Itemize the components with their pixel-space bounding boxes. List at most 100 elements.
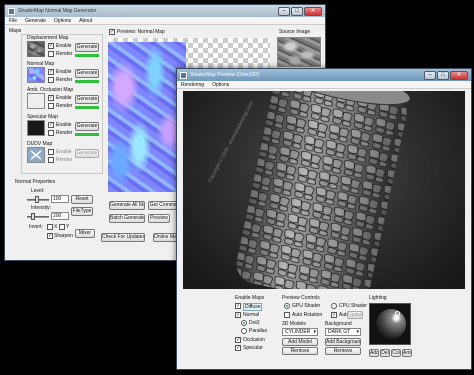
lighting-sphere[interactable]	[369, 303, 411, 345]
dudv-enable-label: Enable	[56, 149, 72, 155]
filetype-button[interactable]: FileType	[71, 207, 93, 216]
parallax-label: Parallax	[249, 328, 268, 334]
preview-minimize-icon[interactable]: –	[424, 70, 436, 80]
menu-generate[interactable]: Generate	[25, 18, 46, 24]
add-model-button[interactable]: Add Model	[282, 338, 318, 346]
preview-maximize-icon[interactable]: □	[437, 70, 449, 80]
preview-controls-heading: Preview Controls	[282, 295, 320, 301]
auto-update-checkbox[interactable]: ✓	[331, 312, 337, 318]
add-light-button[interactable]: Add	[369, 349, 379, 357]
model-select[interactable]: CYLINDER	[282, 328, 318, 336]
menu-file[interactable]: File	[9, 18, 17, 24]
normal-enable-checkbox[interactable]: ✓	[48, 69, 54, 75]
preview-label: Preview: Normal Map	[117, 29, 165, 35]
dudv-thumbnail[interactable]	[27, 147, 45, 163]
normal-map-preview-image	[108, 42, 186, 192]
main-menubar: File Generate Options About	[5, 17, 325, 25]
ao-enable-label: Enable	[56, 95, 72, 101]
remove-model-button[interactable]: Remove	[282, 347, 318, 355]
invert-x-checkbox[interactable]	[47, 224, 53, 230]
displacement-render-checkbox[interactable]	[48, 51, 54, 57]
preview-button[interactable]: Preview	[148, 214, 170, 223]
light-color-button[interactable]: Col	[391, 349, 401, 357]
intensity-spinbox[interactable]: 200	[51, 212, 69, 220]
dot3-label: Dot3	[249, 320, 260, 326]
preview-app-icon	[180, 71, 187, 79]
normal-thumbnail[interactable]	[27, 67, 45, 83]
light-sphere-preview	[376, 309, 406, 339]
auto-rotation-checkbox[interactable]	[284, 312, 290, 318]
preview-titlebar[interactable]: ShaderMap Preview (Direct3D) – □ ✕	[177, 69, 471, 81]
displacement-render-label: Render	[56, 51, 73, 57]
gpu-shader-radio[interactable]	[284, 303, 290, 309]
sharpen-label: Sharpen	[54, 233, 73, 239]
normal-checkbox[interactable]: ✓	[235, 312, 241, 318]
dudv-generate-button[interactable]: Generate	[75, 149, 99, 158]
source-image-thumbnail[interactable]	[277, 37, 321, 67]
specular-checkbox[interactable]: ✓	[235, 345, 241, 351]
main-titlebar[interactable]: ShaderMap Normal Map Generator – □ ✕	[5, 5, 325, 17]
occlusion-label: Occlusion	[243, 337, 265, 343]
menu-about[interactable]: About	[79, 18, 92, 24]
light-position-handle[interactable]	[395, 311, 400, 316]
dot3-radio[interactable]	[241, 320, 247, 326]
background-select[interactable]: DARK GT	[325, 328, 361, 336]
preview-toggle-checkbox[interactable]: ✓	[109, 29, 115, 35]
maximize-icon[interactable]: □	[291, 6, 303, 16]
normal-generate-button[interactable]: Generate	[75, 69, 99, 78]
3d-viewport[interactable]: Copyright © 2009 - www.shadermap.com	[183, 91, 465, 289]
invert-y-checkbox[interactable]	[59, 224, 65, 230]
update-button[interactable]: Update	[347, 311, 363, 319]
cpu-shader-radio[interactable]	[331, 303, 337, 309]
displacement-thumbnail[interactable]	[27, 41, 45, 57]
level-spinbox[interactable]: 100	[51, 195, 69, 203]
ao-render-checkbox[interactable]	[48, 103, 54, 109]
generate-all-maps-button[interactable]: Generate All Maps	[109, 201, 145, 210]
ambient-occlusion-thumbnail[interactable]	[27, 93, 45, 109]
intensity-slider-thumb[interactable]	[31, 213, 35, 220]
menu-preview-options[interactable]: Options	[212, 82, 229, 88]
cpu-shader-label: CPU Shader	[339, 303, 368, 309]
preview-close-icon[interactable]: ✕	[450, 70, 468, 80]
ao-generate-button[interactable]: Generate	[75, 95, 99, 104]
menu-options[interactable]: Options	[54, 18, 71, 24]
diffuse-checkbox[interactable]: ✓	[235, 303, 241, 309]
add-background-button[interactable]: Add Background	[325, 338, 361, 346]
invert-label: Invert:	[29, 224, 43, 230]
main-window-title: ShaderMap Normal Map Generator	[18, 8, 97, 14]
close-icon[interactable]: ✕	[304, 6, 322, 16]
intensity-label: Intensity:	[31, 205, 52, 211]
specular-render-checkbox[interactable]	[48, 130, 54, 136]
level-label: Level:	[31, 188, 45, 194]
app-icon	[8, 7, 15, 15]
remove-background-button[interactable]: Remove	[325, 347, 361, 355]
dudv-cross-icon	[30, 150, 42, 160]
delete-light-button[interactable]: Del	[380, 349, 390, 357]
specular-thumbnail[interactable]	[27, 120, 45, 136]
occlusion-checkbox[interactable]: ✓	[235, 337, 241, 343]
specular-enable-checkbox[interactable]: ✓	[48, 122, 54, 128]
normal-render-label: Render	[56, 77, 73, 83]
level-slider-thumb[interactable]	[35, 196, 39, 203]
normal-render-checkbox[interactable]	[48, 77, 54, 83]
dudv-render-checkbox[interactable]	[48, 157, 54, 163]
gpu-shader-label: GPU Shader	[292, 303, 321, 309]
ao-enable-checkbox[interactable]: ✓	[48, 95, 54, 101]
mixer-button[interactable]: Mixer	[75, 229, 95, 238]
displacement-generate-button[interactable]: Generate	[75, 43, 99, 52]
auto-rotation-label: Auto Rotation	[292, 312, 323, 318]
batch-generate-button[interactable]: Batch Generate	[109, 214, 145, 223]
invert-x-label: X	[54, 224, 58, 230]
menu-rendering[interactable]: Rendering	[181, 82, 204, 88]
parallax-radio[interactable]	[241, 328, 247, 334]
check-for-updates-button[interactable]: Check For Updates	[101, 233, 145, 242]
sharpen-checkbox[interactable]: ✓	[47, 233, 53, 239]
ambient-button[interactable]: Amb	[402, 349, 412, 357]
displacement-enable-checkbox[interactable]: ✓	[48, 43, 54, 49]
specular-generate-button[interactable]: Generate	[75, 122, 99, 131]
minimize-icon[interactable]: –	[278, 6, 290, 16]
specular-label: Specular	[243, 345, 263, 351]
reset-button[interactable]: Reset	[71, 195, 93, 204]
dudv-enable-checkbox[interactable]	[48, 149, 54, 155]
cylinder-model	[236, 91, 411, 289]
